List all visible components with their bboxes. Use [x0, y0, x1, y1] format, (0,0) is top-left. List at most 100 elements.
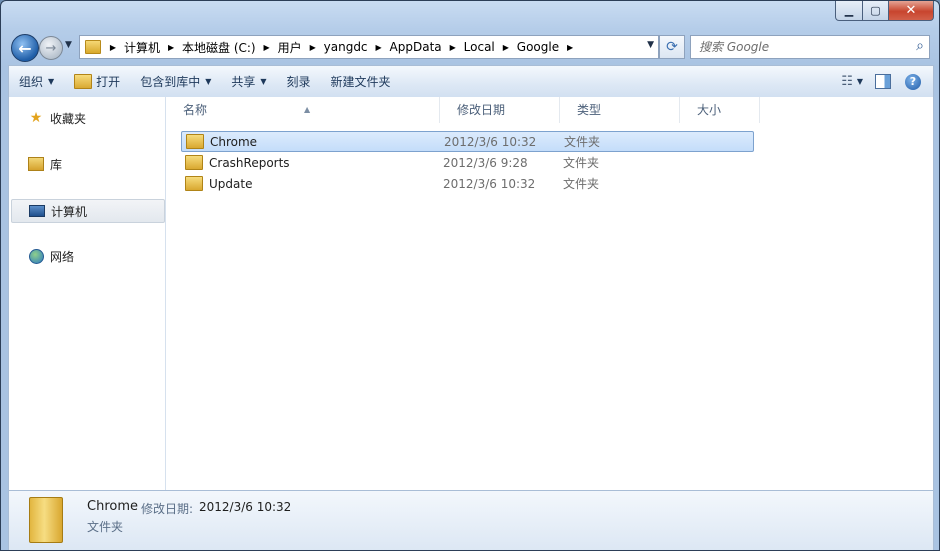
chevron-down-icon: ▼ [205, 77, 212, 86]
column-header-size[interactable]: 大小 [680, 97, 760, 123]
file-row-crashreports[interactable]: CrashReports 2012/3/6 9:28 文件夹 [181, 152, 754, 173]
nav-item-network[interactable]: 网络 [11, 245, 163, 267]
file-row-chrome[interactable]: Chrome 2012/3/6 10:32 文件夹 [181, 131, 754, 152]
computer-icon [29, 203, 45, 219]
caption-buttons: ▁ ▢ ✕ [835, 1, 934, 21]
nav-item-libraries[interactable]: 库 [11, 153, 163, 175]
file-name: Update [209, 176, 253, 191]
breadcrumb-local-disk[interactable]: 本地磁盘 (C:) [179, 39, 259, 56]
column-header-label: 大小 [697, 103, 722, 117]
breadcrumb-separator-icon[interactable]: ▶ [163, 43, 179, 52]
organize-button[interactable]: 组织 ▼ [9, 66, 64, 97]
column-header-type[interactable]: 类型 [560, 97, 680, 123]
sort-ascending-icon: ▲ [304, 105, 311, 114]
nav-item-label: 库 [50, 157, 63, 172]
breadcrumb-separator-icon[interactable]: ▶ [445, 43, 461, 52]
minimize-button[interactable]: ▁ [835, 1, 863, 21]
recent-pages-dropdown-icon[interactable]: ▼ [65, 40, 72, 50]
breadcrumb-separator-icon[interactable]: ▶ [259, 43, 275, 52]
breadcrumb-local[interactable]: Local [461, 40, 498, 54]
column-header-label: 修改日期 [457, 103, 506, 117]
details-file-type: 文件夹 [87, 520, 124, 534]
file-name: CrashReports [209, 155, 290, 170]
folder-icon [29, 497, 63, 543]
breadcrumb-computer[interactable]: 计算机 [121, 39, 163, 56]
share-button[interactable]: 共享 ▼ [221, 66, 276, 97]
include-in-library-label: 包含到库中 [140, 75, 201, 89]
content-area: ★ 收藏夹 库 计算机 网络 ▲ 名称 修改日期 类型 大小 Chrome 20… [8, 97, 934, 490]
open-folder-icon [74, 74, 93, 89]
breadcrumb-separator-icon[interactable]: ▶ [371, 43, 387, 52]
forward-button[interactable]: → [39, 36, 63, 60]
burn-label: 刻录 [286, 75, 311, 89]
search-input[interactable] [697, 37, 907, 57]
new-folder-button[interactable]: 新建文件夹 [321, 66, 401, 97]
nav-item-label: 网络 [50, 249, 75, 264]
open-label: 打开 [96, 75, 121, 89]
star-icon: ★ [29, 110, 43, 126]
details-file-name: Chrome [87, 499, 138, 514]
folder-icon [185, 176, 203, 191]
refresh-icon: ⟳ [666, 39, 678, 55]
refresh-button[interactable]: ⟳ [659, 35, 685, 59]
file-date-modified: 2012/3/6 10:32 [443, 176, 536, 191]
open-button[interactable]: 打开 [64, 66, 130, 97]
navigation-row: ← → ▼ ▶ 计算机 ▶ 本地磁盘 (C:) ▶ 用户 ▶ yangdc ▶ … [1, 31, 939, 63]
navigation-pane: ★ 收藏夹 库 计算机 网络 [9, 97, 166, 490]
file-type: 文件夹 [564, 135, 601, 149]
breadcrumb-google[interactable]: Google [514, 40, 562, 54]
file-name: Chrome [210, 134, 258, 149]
view-options-dropdown-icon[interactable]: ▼ [857, 77, 875, 86]
file-type: 文件夹 [563, 156, 600, 170]
breadcrumb-separator-icon[interactable]: ▶ [562, 43, 578, 52]
file-row-update[interactable]: Update 2012/3/6 10:32 文件夹 [181, 173, 754, 194]
file-date-modified: 2012/3/6 10:32 [444, 134, 537, 149]
breadcrumb: ▶ 计算机 ▶ 本地磁盘 (C:) ▶ 用户 ▶ yangdc ▶ AppDat… [105, 39, 578, 56]
details-date-label: 修改日期: [141, 502, 194, 516]
column-header-label: 名称 [183, 103, 208, 117]
back-button[interactable]: ← [11, 34, 39, 62]
command-bar: 组织 ▼ 打开 包含到库中 ▼ 共享 ▼ 刻录 新建文件夹 ☷ ▼ ? [8, 65, 934, 98]
folder-icon [185, 155, 203, 170]
breadcrumb-yangdc[interactable]: yangdc [321, 40, 371, 54]
file-type: 文件夹 [563, 177, 600, 191]
help-icon[interactable]: ? [905, 73, 921, 90]
column-header-name[interactable]: ▲ 名称 [166, 97, 440, 123]
column-headers: ▲ 名称 修改日期 类型 大小 [166, 97, 766, 123]
back-arrow-icon: ← [18, 38, 32, 58]
file-list-pane: ▲ 名称 修改日期 类型 大小 Chrome 2012/3/6 10:32 文件… [166, 97, 933, 490]
share-label: 共享 [231, 75, 256, 89]
search-box: ⌕ [690, 35, 930, 59]
address-bar[interactable]: ▶ 计算机 ▶ 本地磁盘 (C:) ▶ 用户 ▶ yangdc ▶ AppDat… [79, 35, 659, 59]
chevron-down-icon: ▼ [48, 77, 55, 86]
explorer-window: ▁ ▢ ✕ ← → ▼ ▶ 计算机 ▶ 本地磁盘 (C:) ▶ 用户 ▶ yan… [0, 0, 940, 551]
nav-item-computer[interactable]: 计算机 [11, 199, 165, 223]
chevron-down-icon: ▼ [260, 77, 267, 86]
details-date-value: 2012/3/6 10:32 [199, 500, 292, 514]
breadcrumb-users[interactable]: 用户 [275, 39, 305, 56]
nav-item-favorites[interactable]: ★ 收藏夹 [11, 107, 163, 129]
folder-icon [186, 134, 204, 149]
preview-pane-icon[interactable] [875, 74, 891, 89]
network-globe-icon [28, 248, 44, 264]
column-header-date-modified[interactable]: 修改日期 [440, 97, 560, 123]
forward-arrow-icon: → [45, 40, 57, 56]
nav-item-label: 收藏夹 [50, 111, 87, 126]
view-options-icon[interactable]: ☷ [833, 74, 857, 89]
include-in-library-button[interactable]: 包含到库中 ▼ [130, 66, 221, 97]
breadcrumb-separator-icon[interactable]: ▶ [305, 43, 321, 52]
address-history-dropdown-icon[interactable]: ▼ [647, 40, 654, 50]
library-icon [28, 156, 44, 172]
search-icon[interactable]: ⌕ [916, 38, 924, 54]
command-bar-right: ☷ ▼ ? [833, 66, 933, 97]
breadcrumb-separator-icon[interactable]: ▶ [498, 43, 514, 52]
breadcrumb-separator-icon[interactable]: ▶ [105, 43, 121, 52]
close-button[interactable]: ✕ [889, 1, 934, 21]
maximize-button[interactable]: ▢ [863, 1, 889, 21]
burn-button[interactable]: 刻录 [277, 66, 321, 97]
organize-label: 组织 [19, 75, 44, 89]
file-date-modified: 2012/3/6 9:28 [443, 155, 528, 170]
details-pane: Chrome 修改日期: 2012/3/6 10:32 文件夹 [8, 490, 934, 550]
new-folder-label: 新建文件夹 [330, 75, 391, 89]
breadcrumb-appdata[interactable]: AppData [387, 40, 445, 54]
